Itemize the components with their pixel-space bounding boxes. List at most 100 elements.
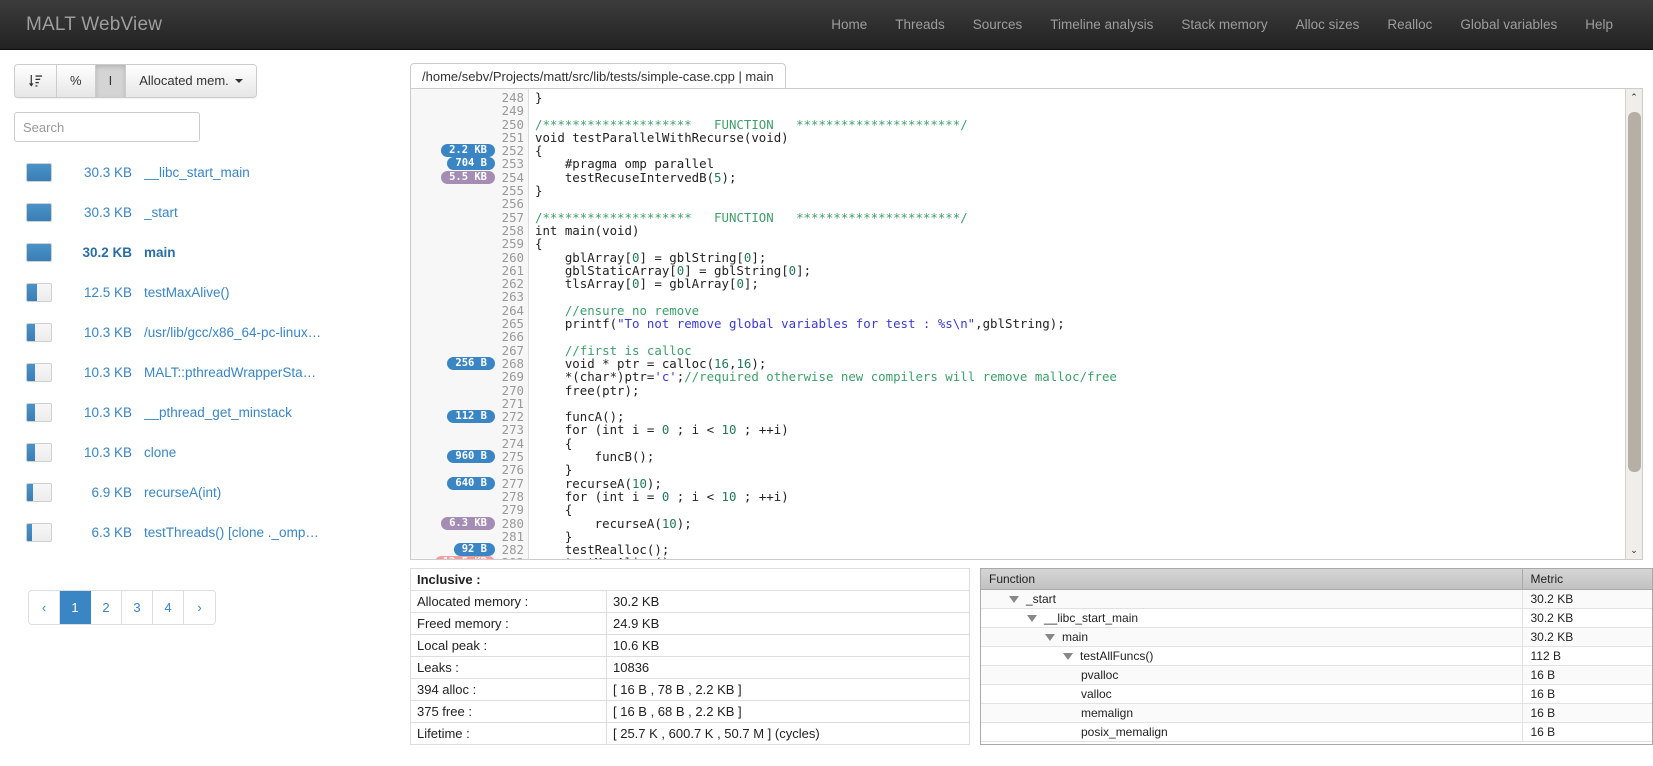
call-tree-metric: 16 B: [1522, 666, 1652, 685]
sidebar-toolbar: % I Allocated mem.: [14, 64, 257, 98]
line-number: 249: [499, 104, 524, 117]
percent-mode-button[interactable]: %: [57, 65, 96, 97]
allocation-badge[interactable]: 704 B: [447, 157, 495, 170]
allocation-badge[interactable]: 12.5 KB: [435, 556, 495, 559]
inclusive-stats-body: Inclusive :Allocated memory :30.2 KBFree…: [411, 569, 970, 745]
scroll-up-arrow-icon[interactable]: ⌃: [1626, 89, 1643, 106]
line-number: 273: [499, 423, 524, 436]
bottom-panels: Inclusive :Allocated memory :30.2 KBFree…: [410, 568, 1653, 745]
allocation-badge[interactable]: 6.3 KB: [441, 517, 495, 530]
annotation-row: [411, 197, 499, 210]
expand-triangle-icon[interactable]: [1009, 596, 1019, 603]
annotation-row: [411, 211, 499, 224]
scrollbar-track[interactable]: [1626, 106, 1643, 542]
table-row[interactable]: posix_memalign16 B: [981, 723, 1652, 742]
table-row[interactable]: _start30.2 KB: [981, 590, 1652, 609]
allocation-badge[interactable]: 5.5 KB: [441, 171, 495, 184]
call-tree-function-cell[interactable]: __libc_start_main: [981, 609, 1522, 628]
table-row[interactable]: pvalloc 16 B: [981, 666, 1652, 685]
scroll-down-arrow-icon[interactable]: ⌄: [1626, 542, 1643, 559]
annotation-row: [411, 224, 499, 237]
call-tree-function-name: pvalloc: [1081, 668, 1118, 682]
call-tree-function-cell[interactable]: main: [981, 628, 1522, 647]
table-row[interactable]: memalign16 B: [981, 704, 1652, 723]
call-tree-function-cell[interactable]: posix_memalign: [981, 723, 1522, 742]
pagination-prev[interactable]: ‹: [29, 591, 60, 624]
table-row[interactable]: testAllFuncs()112 B: [981, 647, 1652, 666]
allocation-bar: [26, 483, 52, 502]
nav-link-sources[interactable]: Sources: [959, 1, 1037, 48]
line-number: 264: [499, 304, 524, 317]
list-item-name: __libc_start_main: [144, 165, 250, 180]
call-tree-function-cell[interactable]: testAllFuncs(): [981, 647, 1522, 666]
pagination-next[interactable]: ›: [184, 591, 215, 624]
table-row[interactable]: __libc_start_main30.2 KB: [981, 609, 1652, 628]
nav-link-timeline-analysis[interactable]: Timeline analysis: [1036, 1, 1167, 48]
annotation-row: [411, 304, 499, 317]
app-brand[interactable]: MALT WebView: [18, 14, 162, 36]
table-row[interactable]: main30.2 KB: [981, 628, 1652, 647]
list-item[interactable]: 10.3 KB__pthread_get_minstack: [14, 392, 400, 432]
line-number: 260: [499, 251, 524, 264]
column-header-function[interactable]: Function: [981, 569, 1522, 590]
code-line: funcB();: [535, 450, 1625, 463]
list-item[interactable]: 30.3 KB__libc_start_main: [14, 152, 400, 192]
pagination-page-3[interactable]: 3: [122, 591, 153, 624]
list-item[interactable]: 12.5 KBtestMaxAlive(): [14, 272, 400, 312]
pagination-page-1[interactable]: 1: [60, 591, 91, 624]
allocation-badge[interactable]: 92 B: [454, 543, 495, 556]
allocation-badge[interactable]: 640 B: [447, 477, 495, 490]
expand-triangle-icon[interactable]: [1027, 615, 1037, 622]
pagination-page-4[interactable]: 4: [153, 591, 184, 624]
line-number: 279: [499, 503, 524, 516]
list-item[interactable]: 10.3 KB/usr/lib/gcc/x86_64-pc-linux…: [14, 312, 400, 352]
call-tree-function-cell[interactable]: pvalloc: [981, 666, 1522, 685]
line-number: 275: [499, 450, 524, 463]
nav-link-stack-memory[interactable]: Stack memory: [1167, 1, 1281, 48]
code-text[interactable]: } /******************** FUNCTION *******…: [529, 89, 1625, 559]
allocation-badge[interactable]: 960 B: [447, 450, 495, 463]
nav-link-help[interactable]: Help: [1571, 1, 1627, 48]
table-row[interactable]: valloc16 B: [981, 685, 1652, 704]
nav-link-home[interactable]: Home: [817, 1, 881, 48]
call-tree-function-cell[interactable]: memalign: [981, 704, 1522, 723]
call-tree-panel: FunctionMetric _start30.2 KB__libc_start…: [980, 568, 1653, 745]
annotation-row: [411, 277, 499, 290]
nav-link-global-variables[interactable]: Global variables: [1446, 1, 1571, 48]
expand-triangle-icon[interactable]: [1063, 653, 1073, 660]
table-row: 394 alloc :[ 16 B , 78 B , 2.2 KB ]: [411, 679, 970, 701]
pagination-page-2[interactable]: 2: [91, 591, 122, 624]
list-item[interactable]: 10.3 KBclone: [14, 432, 400, 472]
line-number: 276: [499, 463, 524, 476]
annotation-row: 112 B: [411, 410, 499, 423]
absolute-mode-button[interactable]: I: [96, 65, 127, 97]
nav-link-realloc[interactable]: Realloc: [1373, 1, 1446, 48]
allocation-badge[interactable]: 112 B: [447, 410, 495, 423]
scrollbar-thumb[interactable]: [1628, 112, 1641, 472]
code-line: }: [535, 91, 1625, 104]
code-vertical-scrollbar[interactable]: ⌃ ⌄: [1625, 89, 1642, 559]
metric-dropdown-button[interactable]: Allocated mem.: [126, 65, 256, 97]
code-line: //ensure no remove: [535, 304, 1625, 317]
list-item[interactable]: 6.9 KBrecurseA(int): [14, 472, 400, 512]
list-item[interactable]: 30.3 KB_start: [14, 192, 400, 232]
call-tree-function-cell[interactable]: _start: [981, 590, 1522, 609]
nav-link-threads[interactable]: Threads: [881, 1, 959, 48]
column-header-metric[interactable]: Metric: [1522, 569, 1652, 590]
expand-triangle-icon[interactable]: [1045, 634, 1055, 641]
call-tree-function-cell[interactable]: valloc: [981, 685, 1522, 704]
code-line: #pragma omp parallel: [535, 157, 1625, 170]
line-number: 269: [499, 370, 524, 383]
list-item[interactable]: 30.2 KBmain: [14, 232, 400, 272]
search-input[interactable]: [14, 112, 200, 142]
list-item[interactable]: 10.3 KBMALT::pthreadWrapperSta…: [14, 352, 400, 392]
line-number: 255: [499, 184, 524, 197]
allocation-badge[interactable]: 2.2 KB: [441, 144, 495, 157]
allocation-badge[interactable]: 256 B: [447, 357, 495, 370]
annotation-row: [411, 91, 499, 104]
file-path-tab[interactable]: /home/sebv/Projects/matt/src/lib/tests/s…: [410, 63, 786, 89]
sort-descending-button[interactable]: [15, 65, 57, 97]
sort-descending-icon: [28, 74, 43, 89]
list-item[interactable]: 6.3 KBtestThreads() [clone ._omp…: [14, 512, 400, 552]
nav-link-alloc-sizes[interactable]: Alloc sizes: [1282, 1, 1374, 48]
